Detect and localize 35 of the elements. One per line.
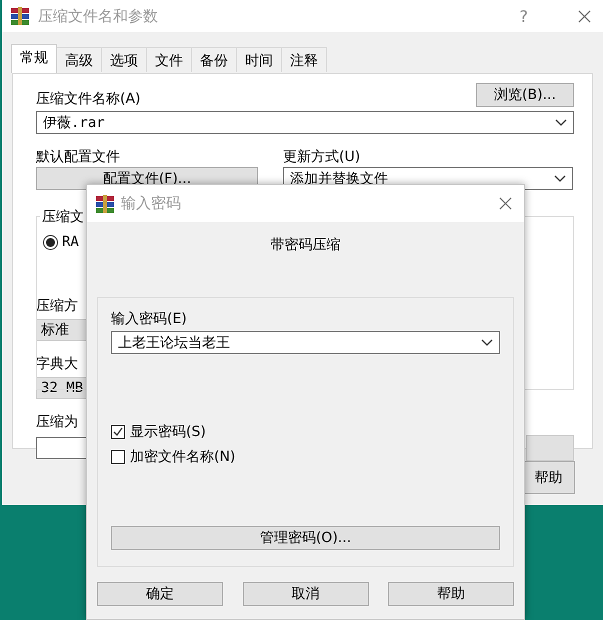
help-icon[interactable]: ? — [520, 6, 528, 26]
checkbox-label: 显示密码(S) — [130, 424, 206, 440]
dialog-title: 输入密码 — [121, 194, 182, 213]
books-icon — [95, 194, 115, 214]
chevron-down-icon — [481, 338, 493, 346]
password-combo[interactable]: 上老王论坛当老王 — [111, 331, 500, 354]
field-label: 默认配置文件 — [36, 149, 121, 165]
books-icon — [10, 6, 30, 26]
help-button[interactable]: 帮助 — [522, 461, 575, 494]
manage-passwords-button[interactable]: 管理密码(O)... — [111, 526, 500, 550]
checkbox[interactable] — [111, 425, 125, 439]
close-icon[interactable] — [578, 10, 591, 22]
chevron-down-icon — [555, 118, 567, 126]
field-label: 压缩为 — [36, 414, 79, 430]
field-label: 压缩文件名称(A) — [36, 91, 141, 107]
archive-name-combo[interactable]: 伊薇.rar — [36, 111, 574, 134]
tab[interactable]: 注释 — [281, 47, 327, 72]
checkbox-label: 加密文件名称(N) — [130, 449, 236, 465]
field-label: 输入密码(E) — [111, 311, 188, 327]
field-label: 更新方式(U) — [283, 149, 362, 165]
field-label: 压缩方 — [36, 298, 79, 314]
browse-button[interactable]: 浏览(B)... — [476, 83, 574, 107]
dialog-heading: 带密码压缩 — [270, 236, 342, 254]
dialog-button[interactable]: 帮助 — [388, 582, 514, 606]
dialog-button[interactable]: 确定 — [97, 582, 223, 606]
window-title: 压缩文件名和参数 — [38, 6, 159, 26]
tab[interactable]: 常规 — [11, 44, 57, 73]
field-label: 字典大 — [36, 356, 79, 372]
dialog-button[interactable]: 取消 — [242, 582, 368, 606]
checkbox[interactable] — [111, 450, 125, 464]
group-label: 压缩文 — [40, 208, 86, 226]
chevron-down-icon — [554, 174, 566, 182]
radio-button[interactable] — [43, 234, 58, 250]
close-icon[interactable] — [499, 197, 512, 210]
radio-label: RA — [62, 234, 79, 250]
